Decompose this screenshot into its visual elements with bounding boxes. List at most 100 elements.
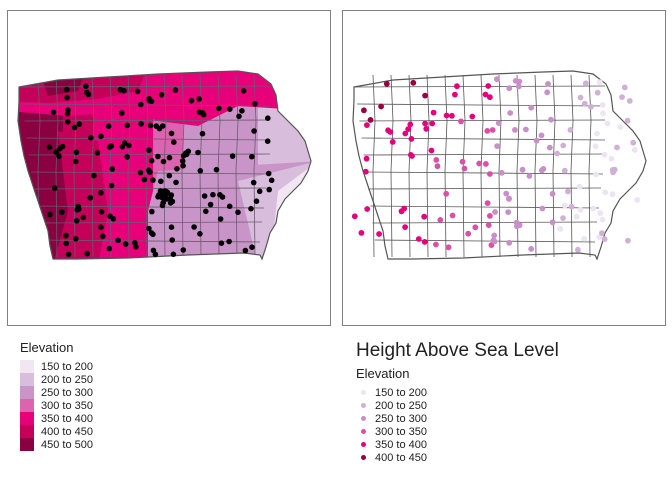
station-point — [596, 79, 603, 85]
station-point — [376, 231, 382, 237]
station-point — [94, 150, 101, 156]
station-point — [507, 110, 514, 116]
station-point — [608, 155, 615, 162]
legend-label: 300 to 350 — [41, 399, 93, 412]
legend-label: 200 to 250 — [41, 373, 93, 386]
station-point — [528, 104, 535, 111]
station-point — [108, 143, 115, 149]
station-point — [437, 217, 444, 223]
legend-swatch — [20, 399, 34, 412]
station-point — [363, 155, 370, 162]
station-point — [614, 144, 620, 151]
station-point — [539, 205, 546, 212]
station-point — [490, 237, 497, 244]
station-point — [265, 115, 271, 121]
station-point — [138, 121, 144, 127]
station-point — [506, 196, 512, 202]
station-point — [149, 208, 155, 215]
station-point — [203, 208, 209, 215]
station-point — [364, 206, 371, 212]
station-point — [576, 183, 583, 190]
station-point — [268, 177, 275, 184]
legend-label: 350 to 400 — [375, 438, 427, 451]
station-point — [226, 203, 233, 210]
station-point — [458, 118, 464, 125]
station-point — [155, 153, 161, 160]
station-point — [557, 226, 564, 232]
station-point — [538, 132, 545, 139]
station-point — [472, 224, 479, 231]
station-point — [362, 168, 369, 175]
station-point — [624, 117, 631, 124]
legend-item: 450 to 500 — [20, 438, 93, 451]
station-point — [476, 160, 483, 167]
station-point — [172, 87, 179, 93]
station-point — [495, 120, 502, 126]
station-point — [494, 143, 500, 150]
station-point — [378, 103, 384, 110]
station-point — [565, 188, 571, 195]
station-point — [75, 203, 82, 210]
station-point — [88, 134, 94, 141]
station-point — [169, 237, 175, 243]
station-point — [512, 127, 518, 133]
station-point — [443, 112, 450, 119]
legend-label: 400 to 450 — [375, 451, 427, 464]
station-point — [248, 205, 254, 212]
station-point — [597, 210, 604, 217]
station-point — [568, 203, 575, 210]
station-point — [415, 236, 422, 242]
station-point — [485, 83, 492, 89]
station-point — [459, 158, 466, 165]
station-point — [98, 190, 104, 196]
legend-left: Elevation 150 to 200 200 to 250 250 to 300… — [20, 340, 93, 451]
legend-label: 350 to 400 — [41, 412, 93, 425]
legend-label: 250 to 300 — [41, 386, 93, 399]
station-point — [242, 247, 249, 254]
legend-item: 150 to 200 — [20, 360, 93, 373]
legend-dot — [360, 390, 366, 395]
station-point — [164, 189, 171, 195]
station-point — [80, 214, 87, 221]
station-point — [180, 247, 187, 253]
station-point — [216, 105, 222, 112]
station-point — [590, 205, 597, 212]
station-point — [538, 167, 545, 174]
station-point — [619, 94, 625, 100]
station-point — [73, 149, 80, 156]
station-point — [528, 246, 535, 252]
legend-item: 400 to 450 — [20, 425, 93, 438]
legend-swatch — [20, 425, 34, 438]
station-point — [167, 200, 174, 206]
station-point — [407, 121, 414, 128]
legend-swatch — [20, 412, 34, 425]
station-point — [148, 157, 155, 164]
station-point — [423, 125, 430, 132]
station-point — [256, 188, 263, 195]
station-point — [445, 244, 452, 251]
station-point — [98, 224, 104, 230]
station-point — [588, 103, 594, 110]
station-point — [492, 209, 498, 215]
station-point — [421, 239, 428, 245]
iowa-elevation-points-map — [351, 70, 647, 261]
station-point — [487, 213, 493, 219]
station-point — [168, 224, 175, 230]
station-point — [599, 216, 606, 223]
station-point — [465, 230, 472, 237]
station-point — [434, 163, 441, 170]
station-point — [146, 97, 153, 104]
station-point — [236, 113, 242, 120]
station-point — [599, 102, 606, 108]
station-point — [358, 230, 365, 236]
station-point — [367, 117, 374, 123]
station-point — [560, 215, 566, 222]
station-point — [180, 162, 186, 169]
legend-label: 450 to 500 — [41, 438, 93, 451]
station-point — [83, 83, 89, 89]
station-point — [158, 178, 164, 185]
legend-right: Height Above Sea Level Elevation 150 to … — [356, 340, 559, 464]
station-point — [506, 239, 513, 246]
station-point — [157, 188, 164, 194]
station-point — [452, 91, 458, 98]
